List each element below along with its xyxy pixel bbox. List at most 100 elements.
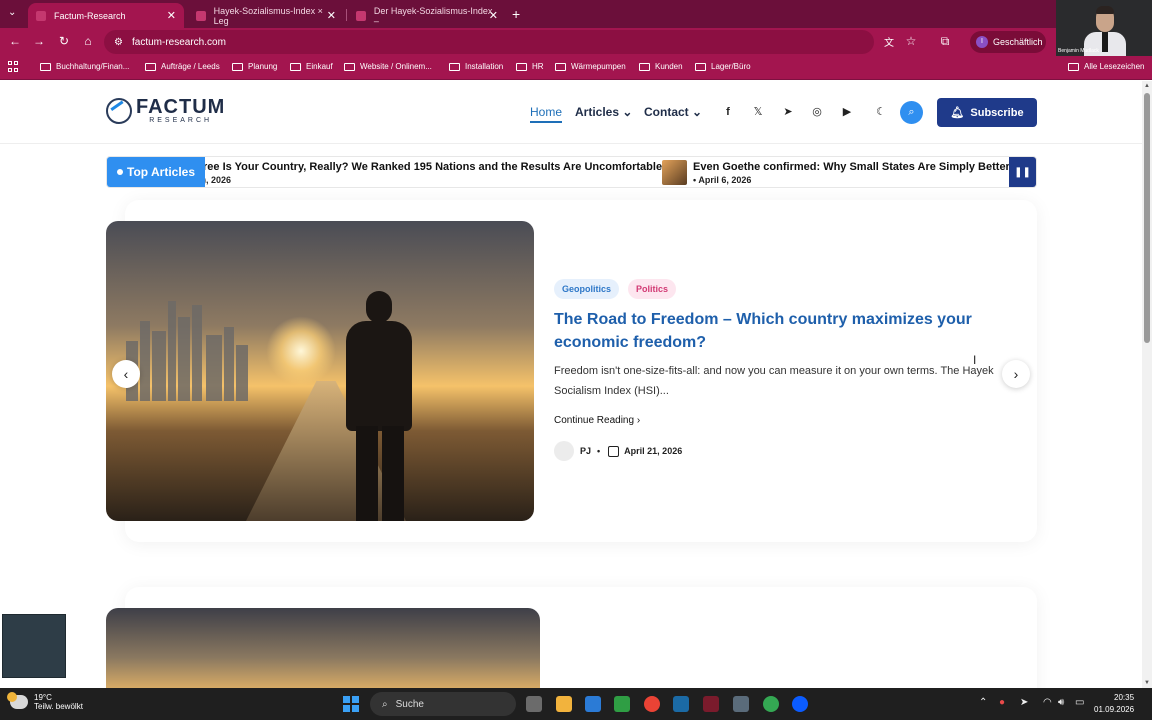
ticker-item-title[interactable]: ree Is Your Country, Really? We Ranked 1… [203, 161, 662, 173]
thumbnail-preview[interactable] [2, 614, 66, 678]
logo-mark-icon [106, 97, 132, 124]
tab-der-hayek-index[interactable]: Der Hayek-Sozialismus-Index – ✕ [348, 3, 506, 28]
all-bookmarks[interactable]: Alle Lesezeichen [1068, 62, 1144, 71]
bookmark-folder[interactable]: Lager/Büro [695, 62, 751, 71]
camera-app-icon[interactable] [733, 696, 749, 712]
volume-icon[interactable]: 🔊︎ [1058, 697, 1064, 708]
continue-reading-link[interactable]: Continue Reading › [554, 415, 640, 426]
close-tab-icon[interactable]: ✕ [489, 9, 498, 22]
translate-icon[interactable]: 文 [881, 34, 897, 49]
facebook-icon[interactable]: f [717, 101, 739, 123]
ticker-thumbnail[interactable] [662, 160, 687, 185]
top-articles-ticker: Top Articles ree Is Your Country, Really… [106, 156, 1037, 188]
nav-contact[interactable]: Contact ⌄ [644, 105, 702, 119]
scroll-down-icon[interactable]: ▼ [1144, 680, 1150, 686]
folder-icon [1068, 62, 1079, 71]
ticker-item-title[interactable]: Even Goethe confirmed: Why Small States … [693, 161, 1010, 173]
folder-icon [639, 62, 650, 71]
dark-mode-moon-icon[interactable]: ☾ [870, 101, 892, 123]
clock-time: 20:35 [1114, 693, 1135, 702]
site-info-icon[interactable]: ⚙ [114, 37, 128, 48]
bookmark-folder[interactable]: Planung [232, 62, 277, 71]
bookmark-folder[interactable]: Buchhaltung/Finan... [40, 62, 129, 71]
task-view-icon[interactable] [526, 696, 542, 712]
tab-search-chevron-icon[interactable]: ⌄ [8, 7, 16, 18]
city-skyline [126, 281, 276, 401]
tray-overflow-icon[interactable]: ⌃ [979, 697, 987, 708]
system-clock[interactable]: 20:35 01.09.2026 [1094, 692, 1134, 716]
apps-grid-icon[interactable] [8, 61, 19, 72]
article-author[interactable]: PJ [580, 446, 591, 456]
file-explorer-icon[interactable] [556, 696, 572, 712]
partly-cloudy-icon [7, 692, 28, 709]
webcam-tie [1102, 32, 1108, 52]
tray-send-icon[interactable]: ➤ [1020, 697, 1028, 708]
tab-title: Hayek-Sozialismus-Index × Leg [213, 5, 323, 26]
close-tab-icon[interactable]: ✕ [327, 9, 336, 22]
zoom-icon[interactable] [792, 696, 808, 712]
bookmark-folder[interactable]: Installation [449, 62, 503, 71]
tray-app-icon[interactable]: ● [999, 697, 1005, 708]
forward-arrow-icon[interactable]: → [31, 34, 47, 48]
folder-icon [232, 62, 243, 71]
page-scrollbar[interactable]: ▲ ▼ [1142, 81, 1152, 688]
article-title[interactable]: The Road to Freedom – Which country maxi… [554, 308, 1004, 354]
address-url[interactable]: factum-research.com [132, 37, 226, 48]
taskbar-search[interactable]: ⌕ Suche [370, 692, 516, 716]
folder-icon [344, 62, 355, 71]
search-button[interactable]: ⌕ [900, 101, 923, 124]
xbox-icon[interactable] [614, 696, 630, 712]
telegram-icon[interactable]: ➤ [777, 101, 799, 123]
extensions-icon[interactable]: ⧉ [937, 34, 953, 49]
new-tab-plus-icon[interactable]: + [512, 6, 520, 22]
bookmark-folder[interactable]: Aufträge / Leeds [145, 62, 220, 71]
tab-factum-research[interactable]: Factum-Research ✕ [28, 3, 184, 28]
bookmark-star-icon[interactable]: ☆ [903, 34, 919, 48]
chrome-profile-icon[interactable] [763, 696, 779, 712]
scroll-up-icon[interactable]: ▲ [1144, 83, 1150, 89]
tab-favicon-icon [356, 10, 366, 21]
bookmark-folder[interactable]: Einkauf [290, 62, 333, 71]
bookmark-folder[interactable]: Wärmepumpen [555, 62, 626, 71]
carousel-prev-button[interactable]: ‹ [112, 360, 140, 388]
folder-icon [516, 62, 527, 71]
featured-article-image[interactable] [106, 221, 534, 521]
browser-toolbar: ← → ↻ ⌂ ⚙ factum-research.com 文 ☆ ⧉ I Ge… [0, 28, 1152, 56]
bookmark-folder[interactable]: HR [516, 62, 544, 71]
x-twitter-icon[interactable]: 𝕏 [747, 101, 769, 123]
store-icon[interactable] [585, 696, 601, 712]
steam-icon[interactable] [673, 696, 689, 712]
scrollbar-thumb[interactable] [1144, 93, 1150, 343]
youtube-icon[interactable]: ▶ [836, 101, 858, 123]
nav-home[interactable]: Home [530, 105, 563, 123]
avatar[interactable] [554, 441, 574, 461]
close-tab-icon[interactable]: ✕ [167, 9, 176, 22]
carousel-next-button[interactable]: › [1002, 360, 1030, 388]
ticker-pause-button[interactable]: ❚❚ [1009, 157, 1036, 187]
bookmark-folder[interactable]: Kunden [639, 62, 683, 71]
instagram-icon[interactable]: ◎ [806, 101, 828, 123]
tab-favicon-icon [196, 10, 206, 21]
category-tag-politics[interactable]: Politics [628, 279, 677, 299]
site-logo[interactable]: FACTUM RESEARCH [106, 97, 225, 124]
address-bar[interactable]: ⚙ factum-research.com [104, 30, 874, 54]
category-tag-geopolitics[interactable]: Geopolitics [554, 279, 620, 299]
battery-icon[interactable]: ▭ [1075, 697, 1084, 708]
weather-widget[interactable]: 19°C Teilw. bewölkt [7, 692, 83, 711]
chrome-icon[interactable] [644, 696, 660, 712]
profile-avatar: I [976, 36, 988, 48]
nav-articles[interactable]: Articles ⌄ [575, 105, 632, 119]
sun-glow [266, 316, 336, 386]
reload-icon[interactable]: ↻ [56, 34, 72, 48]
second-article-image[interactable] [106, 608, 540, 688]
home-icon[interactable]: ⌂ [80, 34, 96, 48]
wifi-icon[interactable]: ◠ [1043, 697, 1052, 708]
app-icon[interactable] [703, 696, 719, 712]
subscribe-button[interactable]: 🔔︎ Subscribe [937, 98, 1037, 127]
bookmark-folder[interactable]: Website / Onlinem... [344, 62, 432, 71]
folder-icon [449, 62, 460, 71]
profile-button[interactable]: I Geschäftlich [970, 31, 1046, 53]
back-arrow-icon[interactable]: ← [7, 34, 23, 48]
tab-hayek-index[interactable]: Hayek-Sozialismus-Index × Leg ✕ [188, 3, 344, 28]
windows-start-icon[interactable] [343, 696, 359, 712]
